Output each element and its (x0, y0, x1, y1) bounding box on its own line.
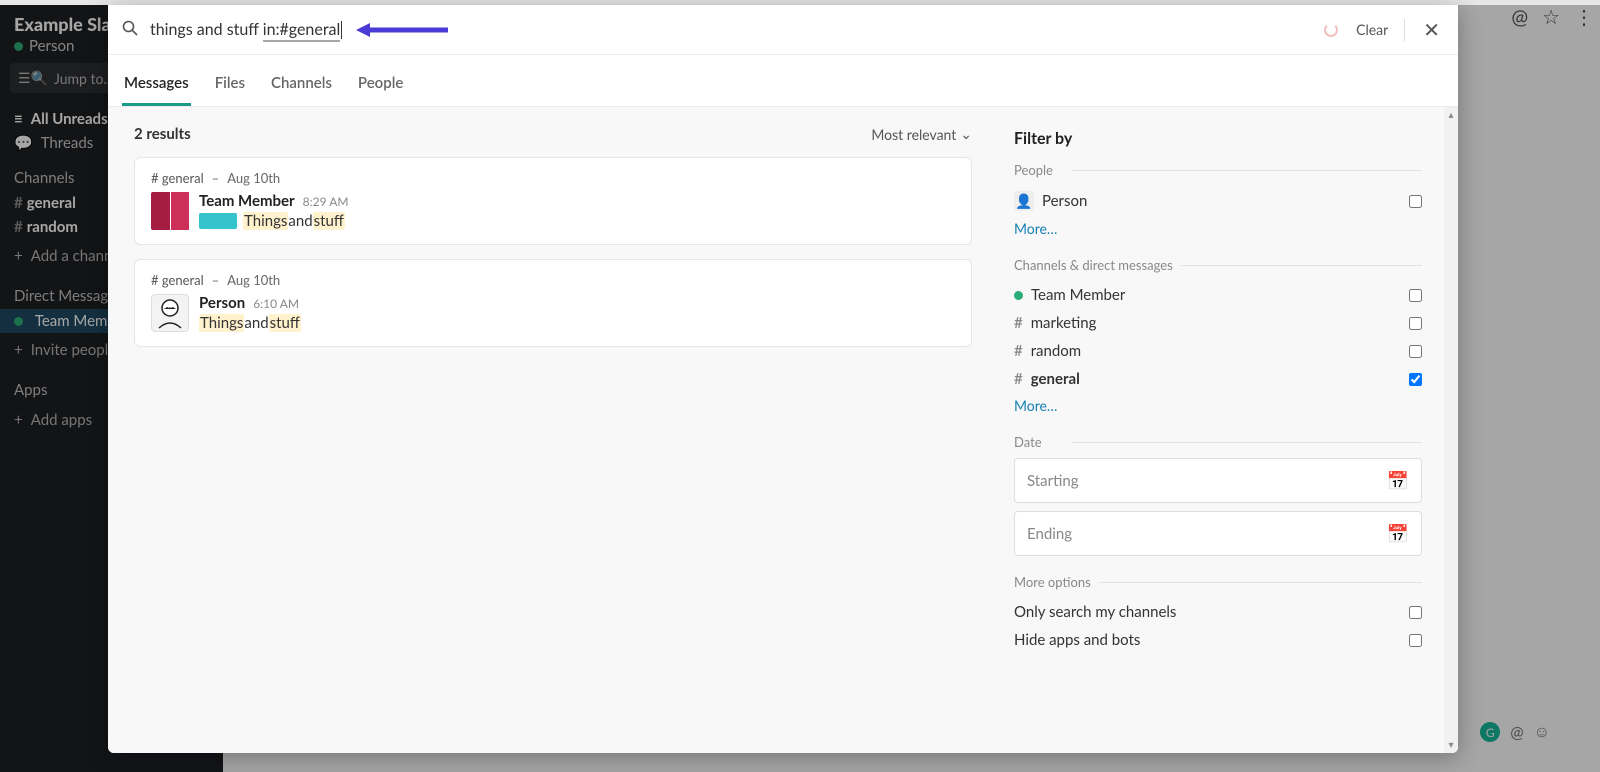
filter-section-people: People (1014, 162, 1422, 178)
filter-person-name: Person (1042, 192, 1087, 210)
tab-channels[interactable]: Channels (269, 74, 334, 106)
people-more-link[interactable]: More… (1014, 216, 1422, 251)
filters-title: Filter by (1014, 129, 1422, 148)
result-channel: # general (151, 170, 204, 186)
search-query-filter: in:#general (263, 20, 341, 42)
filter-channel-row[interactable]: # general (1014, 365, 1422, 393)
highlight: stuff (313, 212, 345, 230)
calendar-icon: 📅 (1387, 469, 1409, 492)
filter-person-row[interactable]: 👤 Person (1014, 186, 1422, 216)
result-sender[interactable]: Team Member (199, 192, 295, 210)
hash-icon: # (1014, 314, 1023, 332)
filters-panel: Filter by People 👤 Person More… Channels … (998, 107, 1458, 753)
filter-checkbox[interactable] (1409, 373, 1422, 386)
tab-people[interactable]: People (356, 74, 405, 106)
highlight: stuff (269, 314, 301, 332)
calendar-icon: 📅 (1387, 522, 1409, 545)
filter-only-my-channels[interactable]: Only search my channels (1014, 598, 1422, 626)
filter-channel-name: random (1031, 342, 1081, 360)
filter-checkbox[interactable] (1409, 195, 1422, 208)
filter-channel-name: general (1031, 370, 1080, 388)
filter-checkbox[interactable] (1409, 634, 1422, 647)
sort-dropdown[interactable]: Most relevant ⌄ (871, 125, 972, 143)
date-ending-input[interactable]: Ending 📅 (1014, 511, 1422, 556)
clear-search-button[interactable]: Clear (1356, 21, 1388, 38)
tab-messages[interactable]: Messages (122, 74, 191, 106)
search-query-text: things and stuff in:#general (150, 20, 342, 40)
search-modal: things and stuff in:#general Clear ✕ Mes… (108, 5, 1458, 753)
scroll-up-icon[interactable]: ▴ (1448, 109, 1453, 121)
result-time: 6:10 AM (253, 296, 299, 311)
filter-channel-name: Team Member (1031, 286, 1125, 304)
text-cursor (341, 21, 342, 39)
result-sender[interactable]: Person (199, 294, 245, 312)
filter-channel-row[interactable]: # marketing (1014, 309, 1422, 337)
hash-icon: # (1014, 370, 1023, 388)
search-result-card[interactable]: # general – Aug 10th Team Member 8:29 AM… (134, 157, 972, 245)
msg-text-part: and (288, 212, 312, 230)
result-date: Aug 10th (227, 170, 280, 186)
result-message: Things and stuff (199, 314, 955, 332)
date-starting-label: Starting (1027, 472, 1079, 490)
mini-avatar-icon: 👤 (1014, 191, 1034, 211)
channels-header-label: Channels & direct messages (1014, 257, 1181, 273)
date-starting-input[interactable]: Starting 📅 (1014, 458, 1422, 503)
separator: – (212, 272, 220, 288)
hash-icon: # (1014, 342, 1023, 360)
search-bar[interactable]: things and stuff in:#general Clear ✕ (108, 5, 1458, 55)
search-result-card[interactable]: # general – Aug 10th Person 6:10 AM (134, 259, 972, 347)
search-query-plain: things and stuff (150, 20, 263, 39)
attachment-thumb-icon (199, 213, 237, 229)
filter-section-more-options: More options (1014, 574, 1422, 590)
filter-option-label: Only search my channels (1014, 603, 1176, 621)
date-ending-label: Ending (1027, 525, 1072, 543)
tab-files[interactable]: Files (213, 74, 247, 106)
presence-dot-icon (1014, 291, 1023, 300)
result-date: Aug 10th (227, 272, 280, 288)
search-tabs: Messages Files Channels People (108, 55, 1458, 107)
scroll-down-icon[interactable]: ▾ (1448, 739, 1453, 751)
filter-checkbox[interactable] (1409, 606, 1422, 619)
result-context: # general – Aug 10th (151, 170, 955, 186)
search-results-column: 2 results Most relevant ⌄ # general – Au… (108, 107, 998, 753)
chevron-down-icon: ⌄ (960, 125, 972, 143)
scrollbar[interactable]: ▴ ▾ (1444, 107, 1458, 753)
filter-checkbox[interactable] (1409, 317, 1422, 330)
avatar (151, 192, 189, 230)
annotation-arrow-icon (356, 21, 450, 39)
result-channel: # general (151, 272, 204, 288)
filter-option-label: Hide apps and bots (1014, 631, 1140, 649)
separator: – (212, 170, 220, 186)
loading-spinner-icon (1324, 23, 1338, 37)
highlight: Things (243, 212, 288, 230)
result-time: 8:29 AM (303, 194, 349, 209)
filter-channel-row[interactable]: # random (1014, 337, 1422, 365)
filter-channel-row[interactable]: Team Member (1014, 281, 1422, 309)
filter-section-date: Date (1014, 434, 1422, 450)
search-icon (122, 20, 138, 40)
date-header-label: Date (1014, 434, 1050, 450)
highlight: Things (199, 314, 244, 332)
people-header-label: People (1014, 162, 1061, 178)
sort-label: Most relevant (871, 126, 956, 143)
result-context: # general – Aug 10th (151, 272, 955, 288)
filter-section-channels: Channels & direct messages (1014, 257, 1422, 273)
result-message: Things and stuff (199, 212, 955, 230)
filter-checkbox[interactable] (1409, 289, 1422, 302)
filter-checkbox[interactable] (1409, 345, 1422, 358)
channels-more-link[interactable]: More… (1014, 393, 1422, 428)
avatar (151, 294, 189, 332)
msg-text-part: and (244, 314, 268, 332)
close-modal-button[interactable]: ✕ (1419, 14, 1444, 46)
filter-channel-name: marketing (1031, 314, 1097, 332)
divider (1404, 19, 1405, 41)
more-options-header-label: More options (1014, 574, 1099, 590)
filter-hide-bots[interactable]: Hide apps and bots (1014, 626, 1422, 654)
results-count: 2 results (134, 125, 191, 143)
